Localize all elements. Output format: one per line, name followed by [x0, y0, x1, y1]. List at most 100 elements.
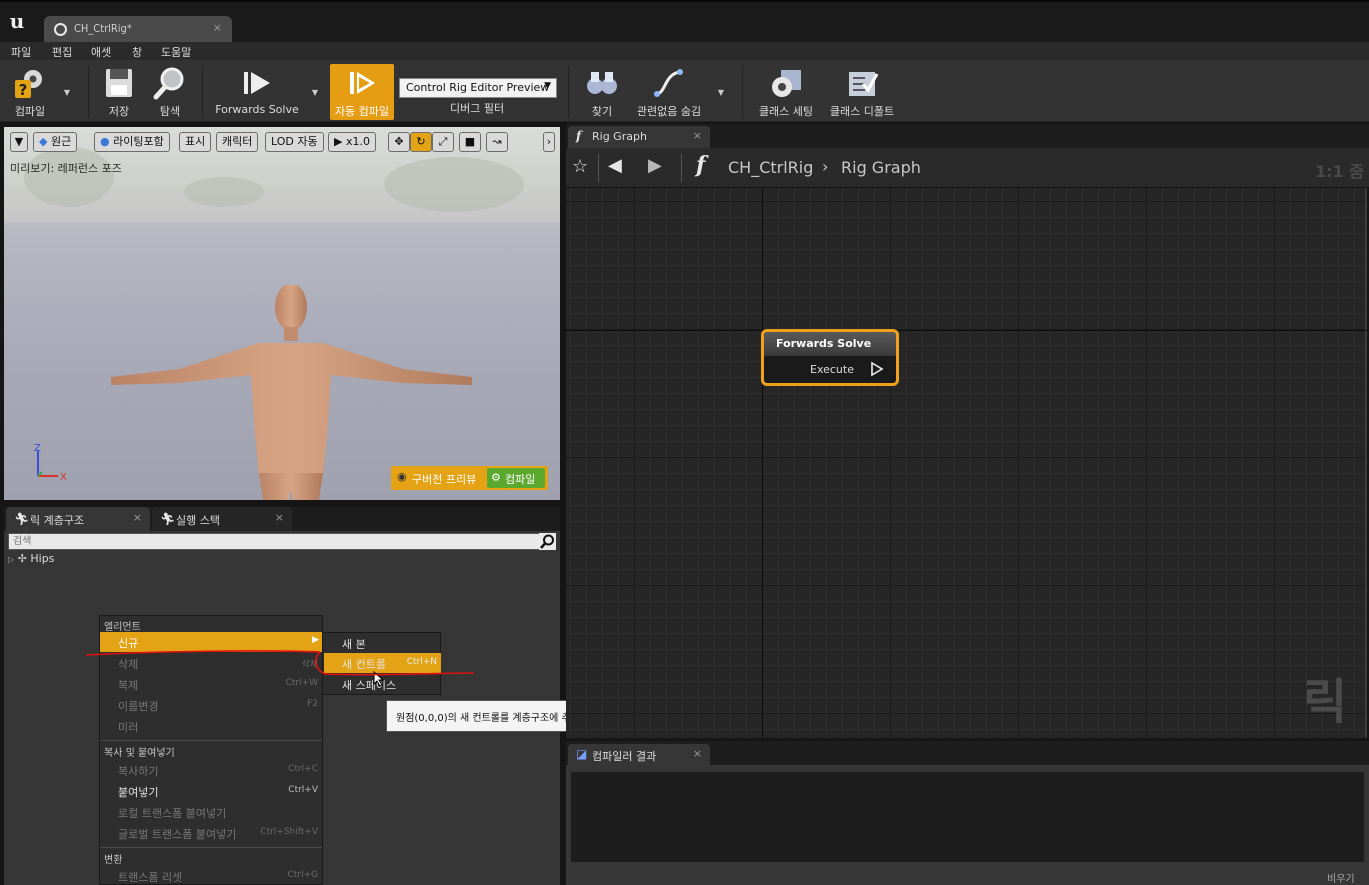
running-figure-icon: 🏃︎ — [160, 512, 176, 526]
class-settings-label: 클래스 세팅 — [758, 105, 814, 118]
menu-item-paste[interactable]: 붙여넣기 Ctrl+V — [100, 781, 322, 801]
tab-compiler-results[interactable]: ◪ 컴파일러 결과 × — [568, 744, 710, 765]
menu-item-label: 트랜스폼 리셋 — [118, 871, 183, 884]
hierarchy-search-input[interactable] — [8, 533, 556, 550]
menu-asset[interactable]: 애셋 — [91, 44, 111, 60]
viewport-options-dropdown[interactable]: ▼ — [10, 132, 28, 152]
scale-tool-icon[interactable]: ⤢ — [432, 132, 454, 152]
playback-speed-button[interactable]: ▶ x1.0 — [328, 132, 376, 152]
document-tab-label: CH_CtrlRig* — [74, 22, 132, 35]
camera-speed-icon[interactable]: ↝ — [486, 132, 508, 152]
toolbar-separator — [88, 66, 89, 118]
menu-item-shortcut: Ctrl+C — [288, 764, 318, 774]
class-settings-button[interactable]: 클래스 세팅 — [754, 64, 818, 120]
forwards-solve-label: Forwards Solve — [215, 103, 299, 116]
breadcrumb-graph[interactable]: Rig Graph — [841, 158, 921, 177]
menu-item-shortcut: Ctrl+V — [288, 785, 318, 795]
menu-item-label: 글로벌 트랜스폼 붙여넣기 — [118, 828, 237, 841]
menu-window[interactable]: 창 — [132, 44, 142, 60]
exec-pin-icon[interactable] — [869, 361, 885, 377]
tab-close-icon[interactable]: × — [275, 511, 284, 524]
menu-help[interactable]: 도움말 — [161, 44, 191, 60]
magnifier-icon — [153, 67, 184, 100]
axis-gizmo: Z X — [34, 443, 67, 482]
find-button[interactable]: 찾기 — [578, 64, 626, 120]
compiler-results-log[interactable] — [571, 772, 1364, 862]
hide-unrelated-label: 관련없음 숨김 — [636, 105, 702, 118]
perspective-button[interactable]: ◆ 원근 — [33, 132, 78, 152]
breadcrumb-asset[interactable]: CH_CtrlRig — [728, 158, 813, 177]
menu-item-shortcut: Ctrl+G — [287, 870, 318, 880]
snap-toggle-icon[interactable]: ■ — [459, 132, 481, 152]
forwards-solve-dropdown-icon[interactable]: ▼ — [310, 88, 320, 98]
hierarchy-item-hips[interactable]: ▷ ✢ Hips — [8, 552, 54, 568]
eye-icon: ◉ — [397, 470, 407, 483]
class-defaults-button[interactable]: 클래스 디폴트 — [826, 64, 898, 120]
menu-item-paste-local-transform[interactable]: 로컬 트랜스폼 붙여넣기 — [100, 802, 322, 822]
tab-rig-graph-label: Rig Graph — [592, 130, 647, 143]
clear-button[interactable]: 비우기 — [1327, 870, 1355, 885]
save-icon — [106, 69, 132, 97]
menu-item-label: 로컬 트랜스폼 붙여넣기 — [118, 807, 227, 820]
viewport-more-icon[interactable]: › — [543, 132, 555, 152]
expand-arrow-icon[interactable]: ▷ — [8, 555, 14, 564]
hide-unrelated-button[interactable]: 관련없음 숨김 — [630, 64, 708, 120]
menu-file[interactable]: 파일 — [11, 44, 31, 60]
function-icon: f — [576, 129, 582, 143]
menu-edit[interactable]: 편집 — [52, 44, 72, 60]
hide-unrelated-dropdown-icon[interactable]: ▼ — [716, 88, 726, 98]
chevron-down-icon: ▼ — [544, 81, 551, 91]
translate-tool-icon[interactable]: ✥ — [388, 132, 410, 152]
bone-icon: ✢ — [17, 552, 27, 565]
favorite-star-icon[interactable]: ☆ — [572, 156, 588, 177]
auto-compile-button[interactable]: 자동 컴파일 — [330, 64, 394, 120]
menu-item-mirror[interactable]: 미러 — [100, 716, 322, 736]
badge-compile-label: 컴파일 — [505, 473, 536, 486]
badge-compile-button[interactable]: ⚙ 컴파일 — [487, 468, 545, 488]
back-arrow-icon[interactable]: ◀ — [608, 155, 622, 176]
menu-item-label: 미러 — [118, 721, 139, 734]
menu-item-copy[interactable]: 복사하기 Ctrl+C — [100, 760, 322, 780]
title-bar: u CH_CtrlRig* × — [0, 0, 1369, 43]
section-header-copy-paste: 복사 및 붙여넣기 — [104, 748, 175, 759]
lighting-button[interactable]: ● 라이팅포함 — [94, 132, 170, 152]
tab-rig-hierarchy[interactable]: 🏃︎ 릭 계층구조 × — [6, 507, 150, 531]
menu-item-label: 이름변경 — [118, 700, 159, 713]
axis-x-label: X — [60, 472, 67, 482]
tab-close-icon[interactable]: × — [693, 747, 702, 760]
show-button[interactable]: 표시 — [179, 132, 212, 152]
menu-item-reset-transform[interactable]: 트랜스폼 리셋 Ctrl+G — [100, 866, 322, 885]
breadcrumb-separator-icon: › — [822, 157, 829, 176]
save-button[interactable]: 저장 — [97, 64, 141, 120]
preview-select-dropdown[interactable]: Control Rig Editor Preview ▼ — [399, 78, 557, 98]
class-settings-gear-icon — [772, 70, 801, 97]
menu-separator — [100, 740, 322, 741]
play-icon: ▶ — [334, 135, 343, 148]
document-tab[interactable]: CH_CtrlRig* × — [44, 16, 232, 43]
menu-item-rename[interactable]: 이름변경 F2 — [100, 695, 322, 715]
tab-rig-graph[interactable]: f Rig Graph × — [568, 126, 710, 148]
tab-close-icon[interactable]: × — [133, 511, 142, 524]
search-icon[interactable] — [539, 533, 556, 550]
character-button[interactable]: 캐릭터 — [216, 132, 259, 152]
tab-close-icon[interactable]: × — [693, 129, 702, 142]
browse-button[interactable]: 탐색 — [146, 64, 194, 120]
forward-arrow-icon[interactable]: ▶ — [648, 155, 662, 176]
forwards-solve-button[interactable]: Forwards Solve — [212, 64, 302, 120]
forwards-solve-node[interactable]: Forwards Solve Execute — [761, 329, 899, 386]
lod-button[interactable]: LOD 자동 — [265, 132, 324, 152]
zoom-level-label: 1:1 줌 — [1315, 162, 1364, 181]
document-tab-close-icon[interactable]: × — [213, 21, 222, 34]
compiler-tab-bar: ◪ 컴파일러 결과 × — [566, 741, 1369, 765]
rig-graph-canvas[interactable] — [566, 188, 1367, 738]
rotate-tool-icon[interactable]: ↻ — [410, 132, 432, 152]
axis-z-label: Z — [34, 443, 41, 454]
hide-unrelated-curve-icon — [654, 69, 683, 97]
preview-viewport[interactable]: ▼ ◆ 원근 ● 라이팅포함 표시 캐릭터 LOD 자동 ▶ x1.0 ✥ ↻ … — [4, 127, 560, 500]
compile-gear-icon: ? — [15, 70, 42, 99]
function-icon: f — [696, 152, 706, 178]
menu-item-paste-global-transform[interactable]: 글로벌 트랜스폼 붙여넣기 Ctrl+Shift+V — [100, 823, 322, 843]
compile-button[interactable]: ? 컴파일 — [3, 64, 57, 120]
tab-execution-stack[interactable]: 🏃︎ 실행 스택 × — [152, 507, 292, 531]
compile-dropdown-icon[interactable]: ▼ — [62, 88, 72, 98]
